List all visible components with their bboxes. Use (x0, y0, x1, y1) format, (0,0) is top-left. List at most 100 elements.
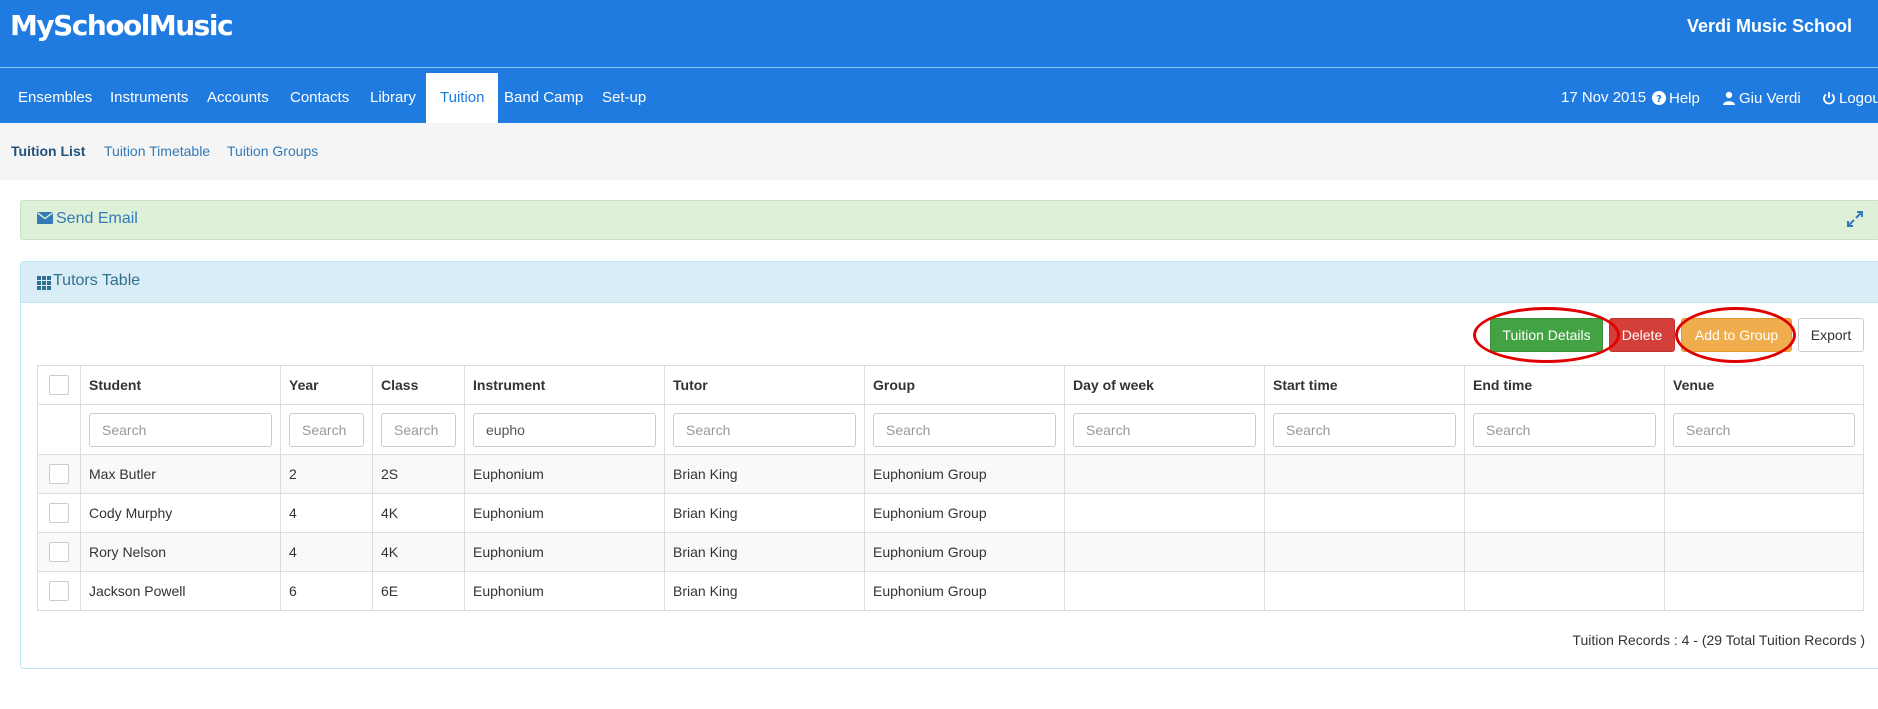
logout-link[interactable]: Logout (1822, 73, 1878, 123)
filter-cell (1064, 404, 1265, 455)
search-start-time-input[interactable] (1273, 412, 1456, 447)
filter-cell (372, 404, 465, 455)
table-cell (1064, 454, 1265, 494)
table-cell: Euphonium Group (864, 454, 1065, 494)
nav-item-ensembles[interactable]: Ensembles (18, 73, 92, 123)
filter-cell (1464, 404, 1665, 455)
table-cell: Jackson Powell (80, 571, 281, 611)
nav-item-library[interactable]: Library (370, 73, 416, 123)
nav-item-contacts[interactable]: Contacts (290, 73, 349, 123)
row-select-cell (37, 571, 81, 611)
user-name: Giu Verdi (1739, 90, 1801, 107)
search-instrument-input[interactable] (473, 412, 656, 447)
select-all-cell (37, 365, 81, 405)
row-checkbox[interactable] (49, 464, 69, 484)
column-header[interactable]: Instrument (464, 365, 665, 405)
table-cell: Euphonium Group (864, 532, 1065, 572)
table-cell (1464, 454, 1665, 494)
table-filter-row (37, 404, 1864, 455)
search-year-input[interactable] (289, 412, 364, 447)
select-all-checkbox[interactable] (49, 375, 69, 395)
table-cell: 2S (372, 454, 465, 494)
search-tutor-input[interactable] (673, 412, 856, 447)
user-menu[interactable]: Giu Verdi (1722, 73, 1801, 123)
filter-cell (664, 404, 865, 455)
table-cell: 6 (280, 571, 373, 611)
current-date: 17 Nov 2015 (1561, 89, 1647, 106)
tutors-table-wrap: Student Year Class Instrument Tutor Grou… (37, 365, 1864, 611)
add-to-group-button[interactable]: Add to Group (1681, 318, 1792, 352)
table-cell: 4K (372, 493, 465, 533)
school-name: Verdi Music School (1686, 16, 1852, 36)
row-checkbox[interactable] (49, 542, 69, 562)
filter-cell (1664, 404, 1864, 455)
column-header[interactable]: Day of week (1064, 365, 1265, 405)
tuition-details-button[interactable]: Tuition Details (1490, 318, 1603, 352)
table-cell: Rory Nelson (80, 532, 281, 572)
help-circle-icon: ? (1652, 73, 1666, 123)
table-cell (1664, 454, 1864, 494)
tutors-panel-header: Tutors Table (21, 262, 1878, 303)
subnav-tuition-list[interactable]: Tuition List (11, 143, 85, 159)
nav-item-instruments[interactable]: Instruments (110, 73, 188, 123)
search-venue-input[interactable] (1673, 412, 1855, 447)
tutors-table: Student Year Class Instrument Tutor Grou… (37, 365, 1864, 611)
search-student-input[interactable] (89, 412, 272, 447)
nav-item-band-camp[interactable]: Band Camp (504, 73, 583, 123)
search-end-time-input[interactable] (1473, 412, 1656, 447)
row-checkbox[interactable] (49, 503, 69, 523)
help-label: Help (1669, 90, 1700, 107)
filter-cell (464, 404, 665, 455)
table-cell (1464, 532, 1665, 572)
column-header[interactable]: Tutor (664, 365, 865, 405)
column-header[interactable]: End time (1464, 365, 1665, 405)
app-logo[interactable]: MySchoolMusic (10, 9, 234, 42)
nav-item-set-up[interactable]: Set-up (602, 73, 646, 123)
table-cell: Euphonium Group (864, 571, 1065, 611)
nav-item-tuition[interactable]: Tuition (426, 73, 499, 123)
table-cell: Brian King (664, 493, 865, 533)
filter-cell (1264, 404, 1465, 455)
table-row[interactable]: Max Butler 2 2S Euphonium Brian King Eup… (37, 454, 1864, 494)
sub-nav: Tuition List Tuition Timetable Tuition G… (0, 123, 1878, 180)
search-day-input[interactable] (1073, 412, 1256, 447)
row-checkbox[interactable] (49, 581, 69, 601)
table-cell (1664, 571, 1864, 611)
table-cell: 4 (280, 493, 373, 533)
records-count: Tuition Records : 4 - (29 Total Tuition … (1572, 632, 1865, 648)
search-group-input[interactable] (873, 412, 1056, 447)
expand-icon[interactable] (1845, 209, 1865, 229)
table-cell: Euphonium (464, 532, 665, 572)
table-cell: 4 (280, 532, 373, 572)
table-cell (1664, 532, 1864, 572)
power-icon (1822, 73, 1836, 123)
table-row[interactable]: Rory Nelson 4 4K Euphonium Brian King Eu… (37, 532, 1864, 572)
table-header-row: Student Year Class Instrument Tutor Grou… (37, 365, 1864, 405)
table-cell: Euphonium (464, 454, 665, 494)
user-icon (1722, 73, 1736, 123)
export-button[interactable]: Export (1798, 318, 1864, 352)
table-cell: Cody Murphy (80, 493, 281, 533)
nav-item-accounts[interactable]: Accounts (207, 73, 269, 123)
row-select-cell (37, 493, 81, 533)
search-class-input[interactable] (381, 412, 456, 447)
send-email-title[interactable]: Send Email (37, 210, 138, 228)
filter-cell (280, 404, 373, 455)
column-header[interactable]: Group (864, 365, 1065, 405)
send-email-label: Send Email (56, 210, 138, 227)
subnav-tuition-groups[interactable]: Tuition Groups (227, 143, 318, 159)
filter-cell (80, 404, 281, 455)
send-email-panel[interactable]: Send Email (20, 200, 1878, 240)
column-header[interactable]: Student (80, 365, 281, 405)
table-cell: Euphonium (464, 571, 665, 611)
row-select-cell (37, 532, 81, 572)
subnav-tuition-timetable[interactable]: Tuition Timetable (104, 143, 210, 159)
table-row[interactable]: Cody Murphy 4 4K Euphonium Brian King Eu… (37, 493, 1864, 533)
help-link[interactable]: ? Help (1652, 73, 1700, 123)
column-header[interactable]: Start time (1264, 365, 1465, 405)
delete-button[interactable]: Delete (1609, 318, 1675, 352)
column-header[interactable]: Year (280, 365, 373, 405)
column-header[interactable]: Venue (1664, 365, 1864, 405)
column-header[interactable]: Class (372, 365, 465, 405)
table-row[interactable]: Jackson Powell 6 6E Euphonium Brian King… (37, 571, 1864, 611)
